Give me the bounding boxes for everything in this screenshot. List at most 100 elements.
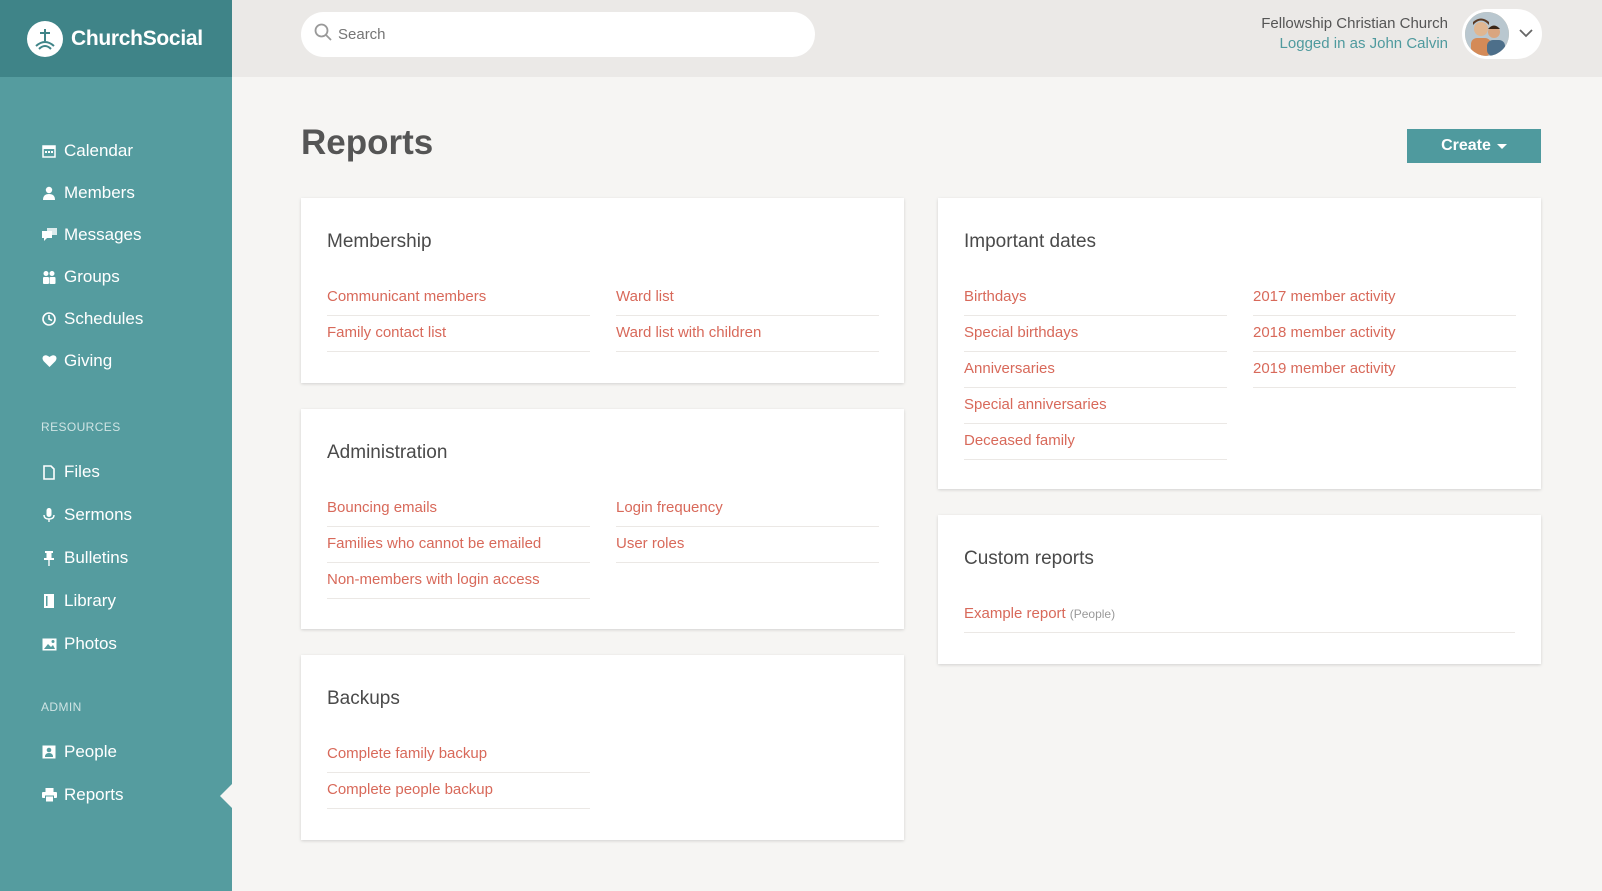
user-menu[interactable]: Fellowship Christian Church Logged in as… bbox=[1261, 9, 1542, 59]
search-icon bbox=[314, 23, 332, 46]
church-name: Fellowship Christian Church bbox=[1261, 15, 1448, 32]
card-column: Ward list Ward list with children bbox=[616, 280, 879, 352]
card-title: Custom reports bbox=[964, 548, 1094, 569]
card-column: Birthdays Special birthdays Anniversarie… bbox=[964, 280, 1227, 460]
report-link[interactable]: Family contact list bbox=[327, 316, 590, 352]
sidebar-item-schedules[interactable]: Schedules bbox=[41, 304, 143, 334]
admin-heading: ADMIN bbox=[41, 700, 82, 714]
clock-icon bbox=[41, 311, 57, 327]
resources-heading: RESOURCES bbox=[41, 420, 121, 434]
report-link[interactable]: Login frequency bbox=[616, 491, 879, 527]
file-icon bbox=[41, 464, 57, 480]
report-link[interactable]: 2018 member activity bbox=[1253, 316, 1516, 352]
church-logo-icon bbox=[27, 20, 63, 57]
report-link[interactable]: Ward list with children bbox=[616, 316, 879, 352]
custom-report-link[interactable]: Example report (People) bbox=[964, 597, 1515, 633]
sidebar-item-label: Library bbox=[64, 591, 116, 610]
card-column: Bouncing emails Families who cannot be e… bbox=[327, 491, 590, 599]
sidebar-item-messages[interactable]: Messages bbox=[41, 220, 141, 250]
report-type-tag: (People) bbox=[1069, 607, 1116, 621]
report-link[interactable]: 2019 member activity bbox=[1253, 352, 1516, 388]
report-link[interactable]: User roles bbox=[616, 527, 879, 563]
report-link-label: Example report bbox=[964, 605, 1066, 622]
sidebar-item-label: Photos bbox=[64, 634, 117, 653]
create-button[interactable]: Create bbox=[1407, 129, 1541, 163]
brand-name: ChurchSocial bbox=[71, 26, 203, 50]
sidebar-item-photos[interactable]: Photos bbox=[41, 629, 117, 659]
sidebar-item-giving[interactable]: Giving bbox=[41, 346, 112, 376]
sidebar-item-reports[interactable]: Reports bbox=[41, 780, 124, 810]
report-link[interactable]: Communicant members bbox=[327, 280, 590, 316]
card-column: Example report (People) bbox=[964, 597, 1515, 633]
sidebar-item-label: Reports bbox=[64, 785, 124, 804]
card-title: Membership bbox=[327, 231, 432, 252]
user-info: Fellowship Christian Church Logged in as… bbox=[1261, 14, 1448, 54]
page-title: Reports bbox=[301, 123, 434, 162]
card-administration: Administration Bouncing emails Families … bbox=[301, 409, 904, 629]
report-link[interactable]: Non-members with login access bbox=[327, 563, 590, 599]
search-box[interactable] bbox=[301, 12, 815, 57]
report-link[interactable]: Birthdays bbox=[964, 280, 1227, 316]
book-icon bbox=[41, 593, 57, 609]
sidebar: ChurchSocial Calendar Members Messages G… bbox=[0, 0, 233, 891]
sidebar-item-label: Calendar bbox=[64, 141, 133, 160]
pin-icon bbox=[41, 550, 57, 566]
report-link[interactable]: Bouncing emails bbox=[327, 491, 590, 527]
report-link[interactable]: Deceased family bbox=[964, 424, 1227, 460]
card-column: Login frequency User roles bbox=[616, 491, 879, 563]
microphone-icon bbox=[41, 507, 57, 523]
chat-icon bbox=[41, 227, 57, 243]
sidebar-item-label: Groups bbox=[64, 267, 120, 286]
card-title: Backups bbox=[327, 688, 400, 709]
card-important-dates: Important dates Birthdays Special birthd… bbox=[938, 198, 1541, 489]
sidebar-item-label: Members bbox=[64, 183, 135, 202]
sidebar-item-people[interactable]: People bbox=[41, 737, 117, 767]
report-link[interactable]: Families who cannot be emailed bbox=[327, 527, 590, 563]
contact-icon bbox=[41, 744, 57, 760]
sidebar-item-files[interactable]: Files bbox=[41, 457, 100, 487]
report-link[interactable]: Complete family backup bbox=[327, 737, 590, 773]
printer-icon bbox=[41, 787, 57, 803]
sidebar-item-label: Giving bbox=[64, 351, 113, 370]
logged-in-user[interactable]: Logged in as John Calvin bbox=[1261, 34, 1448, 54]
sidebar-item-groups[interactable]: Groups bbox=[41, 262, 120, 292]
card-title: Important dates bbox=[964, 231, 1097, 252]
sidebar-item-label: Sermons bbox=[64, 505, 133, 524]
heart-icon bbox=[41, 353, 57, 369]
card-column: Complete family backup Complete people b… bbox=[327, 737, 590, 809]
report-link[interactable]: Anniversaries bbox=[964, 352, 1227, 388]
report-link[interactable]: Complete people backup bbox=[327, 773, 590, 809]
report-link[interactable]: Special birthdays bbox=[964, 316, 1227, 352]
card-column: Communicant members Family contact list bbox=[327, 280, 590, 352]
avatar bbox=[1465, 12, 1509, 56]
sidebar-item-label: Schedules bbox=[64, 309, 144, 328]
card-title: Administration bbox=[327, 442, 448, 463]
person-icon bbox=[41, 185, 57, 201]
card-custom-reports: Custom reports Example report (People) bbox=[938, 515, 1541, 664]
chevron-down-icon bbox=[1519, 25, 1533, 43]
calendar-icon bbox=[41, 143, 57, 159]
report-link[interactable]: 2017 member activity bbox=[1253, 280, 1516, 316]
sidebar-item-library[interactable]: Library bbox=[41, 586, 116, 616]
sidebar-item-members[interactable]: Members bbox=[41, 178, 135, 208]
sidebar-item-sermons[interactable]: Sermons bbox=[41, 500, 132, 530]
card-column: 2017 member activity 2018 member activit… bbox=[1253, 280, 1516, 388]
card-backups: Backups Complete family backup Complete … bbox=[301, 655, 904, 840]
search-input[interactable] bbox=[338, 26, 778, 43]
group-icon bbox=[41, 269, 57, 285]
topbar: Fellowship Christian Church Logged in as… bbox=[232, 0, 1602, 77]
sidebar-item-bulletins[interactable]: Bulletins bbox=[41, 543, 128, 573]
sidebar-item-label: Files bbox=[64, 462, 100, 481]
report-link[interactable]: Special anniversaries bbox=[964, 388, 1227, 424]
sidebar-item-label: Messages bbox=[64, 225, 142, 244]
image-icon bbox=[41, 636, 57, 652]
sidebar-item-calendar[interactable]: Calendar bbox=[41, 136, 133, 166]
report-link[interactable]: Ward list bbox=[616, 280, 879, 316]
sidebar-item-label: People bbox=[64, 742, 117, 761]
brand[interactable]: ChurchSocial bbox=[0, 0, 232, 77]
caret-down-icon bbox=[1496, 143, 1507, 149]
card-membership: Membership Communicant members Family co… bbox=[301, 198, 904, 383]
sidebar-item-label: Bulletins bbox=[64, 548, 129, 567]
user-menu-toggle[interactable] bbox=[1462, 9, 1542, 59]
active-indicator bbox=[220, 783, 233, 809]
